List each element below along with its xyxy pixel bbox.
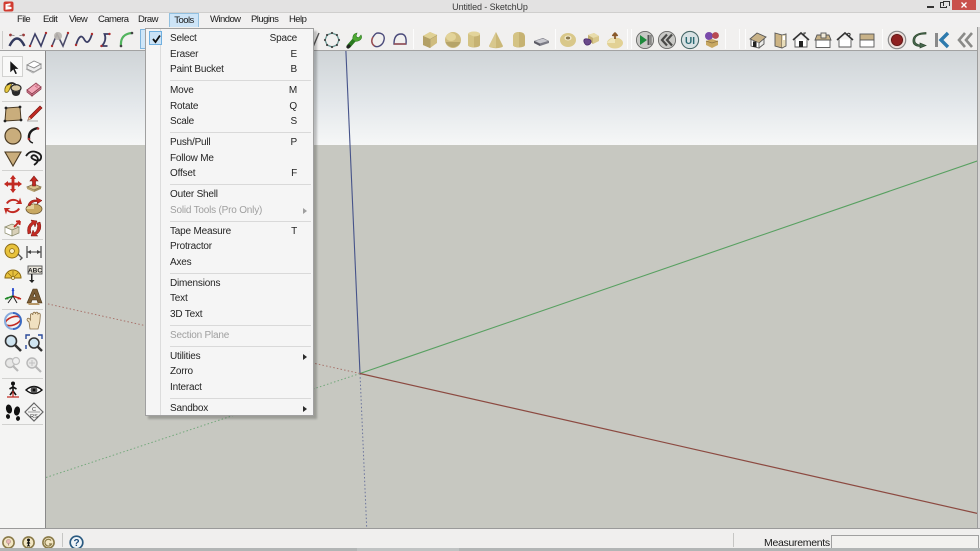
svg-text:C: C	[32, 407, 36, 413]
svg-text:UI: UI	[685, 36, 695, 47]
svg-text:RS: RS	[30, 414, 38, 420]
svg-text:ABC: ABC	[28, 268, 42, 275]
